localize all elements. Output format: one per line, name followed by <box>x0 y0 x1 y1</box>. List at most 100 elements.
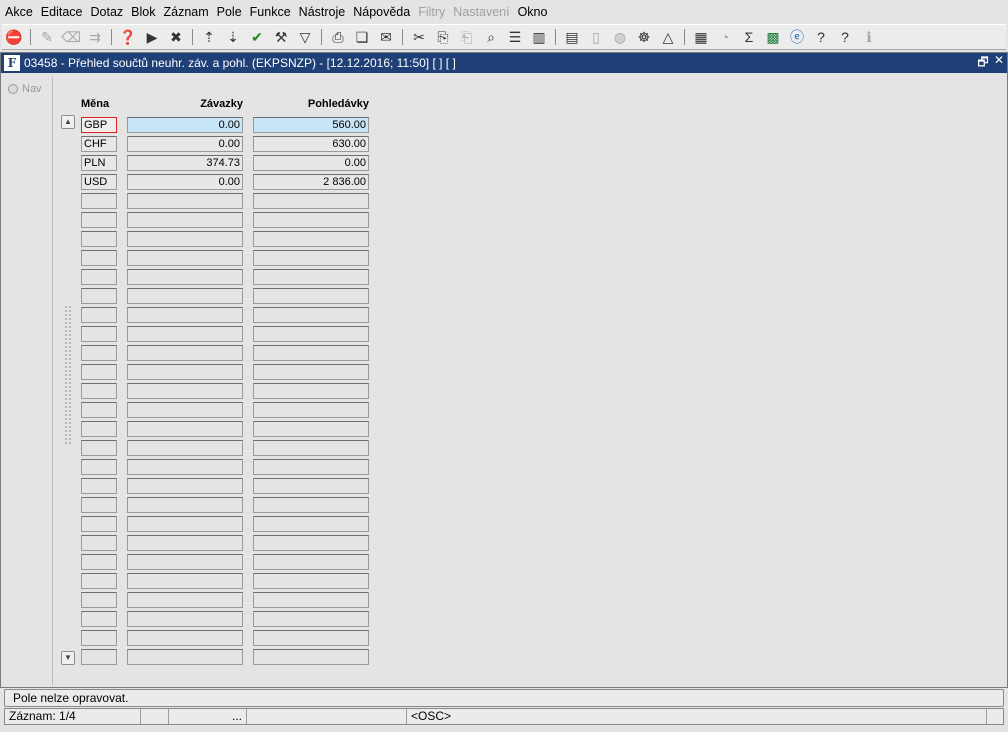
info-icon[interactable]: ℹ <box>858 26 880 48</box>
cell-currency[interactable] <box>81 269 117 285</box>
vertical-scrollbar[interactable]: ▲ ▼ <box>61 115 75 667</box>
cell-liabilities[interactable] <box>127 592 243 608</box>
cell-liabilities[interactable]: 374.73 <box>127 155 243 171</box>
cell-receivables[interactable] <box>253 402 369 418</box>
cell-currency[interactable] <box>81 459 117 475</box>
cell-receivables[interactable] <box>253 345 369 361</box>
globe-icon[interactable]: ◍ <box>609 26 631 48</box>
cell-currency[interactable] <box>81 592 117 608</box>
cell-receivables[interactable] <box>253 516 369 532</box>
cell-liabilities[interactable] <box>127 231 243 247</box>
filter-icon[interactable]: ▽ <box>294 26 316 48</box>
cell-liabilities[interactable] <box>127 288 243 304</box>
copy-icon[interactable]: ⎘ <box>432 26 454 48</box>
settings-wheel-icon[interactable]: ☸ <box>633 26 655 48</box>
cell-liabilities[interactable] <box>127 573 243 589</box>
cell-receivables[interactable] <box>253 440 369 456</box>
query-cancel-icon[interactable]: ✖ <box>165 26 187 48</box>
cell-liabilities[interactable] <box>127 421 243 437</box>
sort-ascending-icon[interactable]: ⇡ <box>198 26 220 48</box>
mail-icon[interactable]: ✉ <box>375 26 397 48</box>
cell-receivables[interactable] <box>253 269 369 285</box>
scroll-down-icon[interactable]: ▼ <box>61 651 75 665</box>
scroll-track[interactable] <box>64 305 72 445</box>
paste-icon[interactable]: ⎗ <box>456 26 478 48</box>
cell-liabilities[interactable] <box>127 364 243 380</box>
cell-currency[interactable] <box>81 402 117 418</box>
cell-currency[interactable]: USD <box>81 174 117 190</box>
menu-napoveda[interactable]: Nápověda <box>348 0 413 24</box>
document-icon[interactable]: ▯ <box>585 26 607 48</box>
cell-liabilities[interactable] <box>127 250 243 266</box>
cell-liabilities[interactable] <box>127 193 243 209</box>
cell-currency[interactable] <box>81 250 117 266</box>
menu-zaznam[interactable]: Záznam <box>158 0 211 24</box>
cell-currency[interactable] <box>81 497 117 513</box>
cell-liabilities[interactable] <box>127 326 243 342</box>
cell-receivables[interactable] <box>253 535 369 551</box>
cell-currency[interactable] <box>81 630 117 646</box>
cell-receivables[interactable] <box>253 250 369 266</box>
cell-currency[interactable] <box>81 478 117 494</box>
cell-receivables[interactable] <box>253 554 369 570</box>
cell-currency[interactable] <box>81 345 117 361</box>
cell-liabilities[interactable] <box>127 440 243 456</box>
restore-window-icon[interactable]: 🗗 <box>975 53 991 74</box>
cell-liabilities[interactable] <box>127 478 243 494</box>
query-execute-icon[interactable]: ▶ <box>141 26 163 48</box>
cell-liabilities[interactable]: 0.00 <box>127 174 243 190</box>
cell-receivables[interactable] <box>253 326 369 342</box>
cell-receivables[interactable] <box>253 307 369 323</box>
menu-nastaveni[interactable]: Nastavení <box>448 0 512 24</box>
cell-currency[interactable] <box>81 421 117 437</box>
menu-blok[interactable]: Blok <box>126 0 158 24</box>
cell-receivables[interactable] <box>253 212 369 228</box>
cell-currency[interactable] <box>81 307 117 323</box>
nav-radio-icon[interactable] <box>8 84 18 94</box>
menu-pole[interactable]: Pole <box>212 0 245 24</box>
menu-filtry[interactable]: Filtry <box>413 0 448 24</box>
wrench-icon[interactable]: ⚒ <box>270 26 292 48</box>
cell-currency[interactable] <box>81 516 117 532</box>
sort-descending-icon[interactable]: ⇣ <box>222 26 244 48</box>
close-window-icon[interactable]: ✕ <box>991 53 1007 74</box>
cell-currency[interactable] <box>81 611 117 627</box>
cell-receivables[interactable] <box>253 421 369 437</box>
cell-currency[interactable]: GBP <box>81 117 117 133</box>
cell-receivables[interactable] <box>253 364 369 380</box>
cell-receivables[interactable] <box>253 459 369 475</box>
cell-liabilities[interactable]: 0.00 <box>127 117 243 133</box>
cell-currency[interactable] <box>81 554 117 570</box>
cell-receivables[interactable] <box>253 649 369 665</box>
cell-currency[interactable] <box>81 212 117 228</box>
cell-receivables[interactable]: 560.00 <box>253 117 369 133</box>
columns-icon[interactable]: ▥ <box>528 26 550 48</box>
cell-liabilities[interactable] <box>127 269 243 285</box>
list-icon[interactable]: ☰ <box>504 26 526 48</box>
triangle-icon[interactable]: △ <box>657 26 679 48</box>
delete-record-icon[interactable]: ⌫ <box>60 26 82 48</box>
cell-currency[interactable] <box>81 535 117 551</box>
print-icon[interactable]: ⎙ <box>327 26 349 48</box>
cell-receivables[interactable] <box>253 478 369 494</box>
cell-currency[interactable] <box>81 364 117 380</box>
cell-liabilities[interactable]: 0.00 <box>127 136 243 152</box>
cell-currency[interactable] <box>81 231 117 247</box>
cell-liabilities[interactable] <box>127 497 243 513</box>
help-icon[interactable]: ? <box>834 26 856 48</box>
cell-receivables[interactable] <box>253 497 369 513</box>
nav-option[interactable]: Nav <box>8 83 52 95</box>
commit-check-icon[interactable]: ✔ <box>246 26 268 48</box>
internet-explorer-icon[interactable]: ⓔ <box>786 26 808 48</box>
cell-liabilities[interactable] <box>127 649 243 665</box>
cell-liabilities[interactable] <box>127 535 243 551</box>
excel-icon[interactable]: ▩ <box>762 26 784 48</box>
cell-liabilities[interactable] <box>127 212 243 228</box>
cell-liabilities[interactable] <box>127 459 243 475</box>
cell-currency[interactable] <box>81 326 117 342</box>
duplicate-record-icon[interactable]: ⇉ <box>84 26 106 48</box>
cell-liabilities[interactable] <box>127 630 243 646</box>
insert-record-icon[interactable]: ✎ <box>36 26 58 48</box>
clipboard-icon[interactable]: ▤ <box>561 26 583 48</box>
cell-liabilities[interactable] <box>127 383 243 399</box>
